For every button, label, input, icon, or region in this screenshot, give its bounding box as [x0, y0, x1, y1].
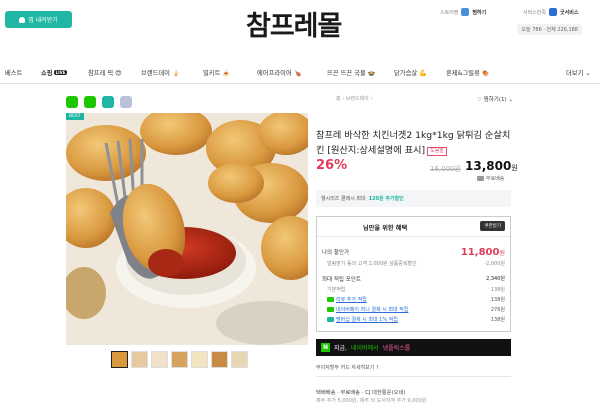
- promo-text: 지금,: [334, 345, 347, 352]
- thumbnail[interactable]: [211, 351, 228, 368]
- promo-text: 네이버에서: [350, 345, 379, 352]
- top-bar: 앱 내려받기 참프레몰 스토어찜 찜하기 서비스만족 굿서비스 오늘 786 ·…: [0, 0, 600, 58]
- title-tag[interactable]: 도움말: [427, 147, 447, 156]
- coupon-notice-text: 웰시리즈 클래시 최대: [321, 196, 366, 202]
- membership-icon: [327, 317, 334, 322]
- coupon-notice-highlight: 120원 추가할인: [368, 196, 404, 202]
- npay-icon: [327, 307, 334, 312]
- discount-row-label: 알림받기 동의 고객 2,000원 상품중복할인: [327, 261, 417, 267]
- nav-more[interactable]: 더보기 ⌄: [566, 68, 591, 77]
- promo-banner[interactable]: N 지금, 네이버에서 넷플릭스를: [316, 339, 511, 356]
- thumbnail[interactable]: [111, 351, 128, 368]
- shipping-info: 무료배송: [477, 175, 504, 182]
- thumbnail[interactable]: [151, 351, 168, 368]
- nav-smoked-grill[interactable]: 훈제&그릴류 🍖: [446, 68, 490, 77]
- base-points-label: 기본적립: [327, 287, 346, 293]
- live-badge: LIVE: [53, 70, 68, 75]
- visitor-counter: 오늘 786 · 전체 226,188: [517, 24, 582, 35]
- thumbnail[interactable]: [131, 351, 148, 368]
- nuggets-illustration: [66, 113, 308, 345]
- nav-soup[interactable]: 뜨끈 뜨끈 국물 🍲: [327, 68, 376, 77]
- share-more-icon[interactable]: [120, 96, 132, 108]
- nav-brandday[interactable]: 브랜드데이 🍦: [141, 68, 180, 77]
- app-download-button[interactable]: 앱 내려받기: [5, 11, 72, 28]
- point-row-value: 138원: [490, 317, 505, 323]
- promo-text: 넷플릭스를: [382, 345, 411, 352]
- share-bookmark-icon[interactable]: [102, 96, 114, 108]
- installment-links[interactable]: 무이자할부 카드 자세히보기 ?: [316, 364, 379, 371]
- discount-row-value: -2,000원: [484, 261, 505, 267]
- delivery-extra-fee: 제주 추가 5,000원, 제주 외 도서지역 추가 9,000원: [316, 398, 427, 404]
- store-icon: [461, 8, 470, 16]
- app-download-label: 앱 내려받기: [28, 17, 58, 24]
- my-price-label: 나의 할인가: [322, 250, 350, 256]
- util-service[interactable]: 서비스만족 굿서비스: [523, 8, 578, 16]
- my-price: 11,800원: [461, 247, 505, 258]
- my-price-value: 11,800: [460, 247, 500, 258]
- share-talk-icon[interactable]: [66, 96, 78, 108]
- nav-pick[interactable]: 참프레 픽 😍: [88, 68, 122, 77]
- product-title-text: 참프레 바삭한 치킨너겟2 1kg*1kg 닭튀김 순살치킨 [원산지:상세설명…: [316, 130, 511, 156]
- bell-icon: [19, 16, 26, 23]
- thumbnail-strip: [111, 351, 248, 368]
- base-points-value: 138원: [490, 287, 505, 293]
- thumbnail[interactable]: [231, 351, 248, 368]
- npay-points-row[interactable]: 네이버페이 머니 결제 시 최대 적립 276원: [322, 306, 505, 313]
- truck-icon: [477, 176, 484, 181]
- util-label: 스토어찜: [440, 9, 459, 16]
- shipping-label: 무료배송: [486, 176, 505, 182]
- nav-chicken-breast[interactable]: 닭가슴살 💪: [394, 68, 427, 77]
- divider: [316, 376, 511, 377]
- points-label: 최대 적립 포인트: [322, 277, 361, 283]
- benefit-header: 님만을 위한 혜택 쿠폰받기: [317, 217, 510, 237]
- point-row-label: 리뷰 추가 적립: [336, 297, 367, 303]
- product-title: 참프레 바삭한 치킨너겟2 1kg*1kg 닭튀김 순살치킨 [원산지:상세설명…: [316, 128, 516, 158]
- category-nav: 베스트 쇼핑 LIVE 참프레 픽 😍 브랜드데이 🍦 밀키트 🍝 에어프라이어 …: [0, 62, 600, 84]
- breadcrumb[interactable]: 홈 › 브랜드데이 ›: [336, 95, 372, 102]
- nav-mealkit[interactable]: 밀키트 🍝: [203, 68, 230, 77]
- thumbs-up-icon: [549, 8, 558, 16]
- point-row-label: 멤버십 결제 시 최대 1% 적립: [336, 317, 398, 323]
- review-points-row[interactable]: 리뷰 추가 적립 138원: [322, 296, 505, 303]
- product-image[interactable]: [66, 113, 308, 345]
- point-row-value: 276원: [490, 307, 505, 313]
- points-value: 2,340원: [486, 276, 505, 282]
- share-like-icon[interactable]: [84, 96, 96, 108]
- point-row-value: 138원: [490, 297, 505, 303]
- coupon-notice[interactable]: 웰시리즈 클래시 최대 120원 추가할인: [316, 190, 511, 207]
- util-label: 서비스만족: [523, 9, 547, 16]
- points-row: 최대 적립 포인트 2,340원: [322, 275, 505, 283]
- original-price: 16,000원: [430, 165, 461, 173]
- discount-row: 알림받기 동의 고객 2,000원 상품중복할인 -2,000원: [322, 260, 505, 267]
- util-value: 찜하기: [472, 9, 487, 16]
- membership-points-row[interactable]: 멤버십 결제 시 최대 1% 적립 138원: [322, 316, 505, 323]
- point-row-label: 네이버페이 머니 결제 시 최대 적립: [336, 307, 409, 313]
- thumbnail[interactable]: [171, 351, 188, 368]
- nav-shopping-live[interactable]: 쇼핑 LIVE: [41, 68, 68, 77]
- price-unit: 원: [511, 164, 518, 172]
- util-store-wish[interactable]: 스토어찜 찜하기: [440, 8, 486, 16]
- discount-rate: 26%: [316, 158, 348, 173]
- my-price-unit: 원: [499, 250, 505, 257]
- nav-best[interactable]: 베스트: [5, 68, 22, 77]
- sale-price: 13,800원: [465, 159, 518, 173]
- benefit-title: 님만을 위한 혜택: [363, 225, 408, 232]
- base-points-row: 기본적립 138원: [322, 286, 505, 293]
- util-value: 굿서비스: [560, 9, 579, 16]
- wishlist-button[interactable]: ♡ 찜하기(1) ⌄: [477, 95, 513, 103]
- thumbnail[interactable]: [191, 351, 208, 368]
- best-badge: BEST: [66, 113, 84, 120]
- naver-icon: N: [321, 343, 330, 352]
- delivery-info: 택배배송 · 무료배송 · CJ 대한통운(오네): [316, 390, 406, 396]
- store-logo[interactable]: 참프레몰: [246, 4, 342, 43]
- get-coupon-button[interactable]: 쿠폰받기: [480, 221, 505, 231]
- benefit-box: 님만을 위한 혜택 쿠폰받기 나의 할인가 11,800원 알림받기 동의 고객…: [316, 216, 511, 332]
- nav-label: 쇼핑: [41, 70, 53, 77]
- review-icon: [327, 297, 334, 302]
- sale-price-value: 13,800: [465, 159, 512, 173]
- nav-airfryer[interactable]: 에어프라이어 🍗: [257, 68, 302, 77]
